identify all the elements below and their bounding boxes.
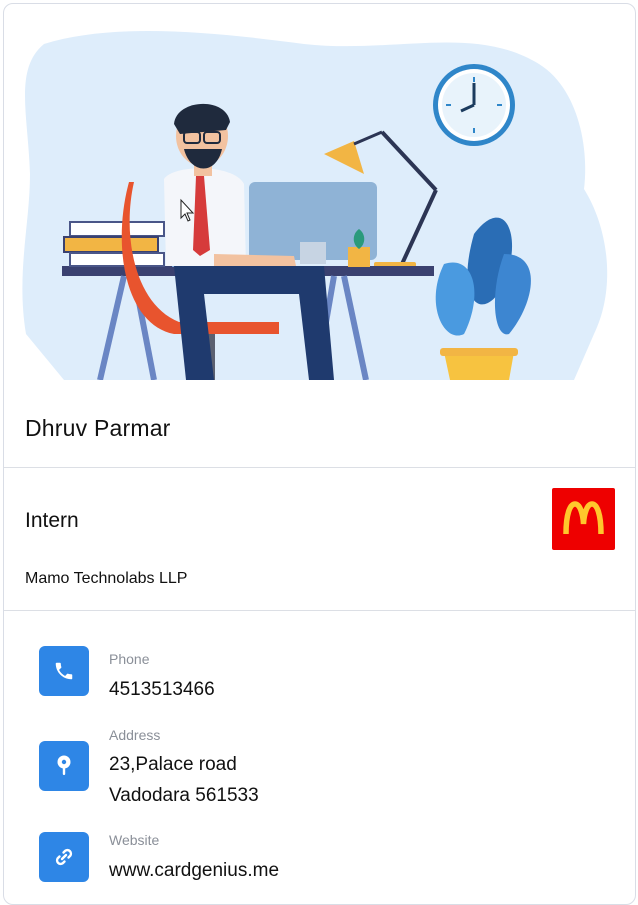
contact-row-phone[interactable]: Phone 4513513466 [39,646,599,706]
contact-row-address[interactable]: Address 23,Palace road Vadodara 561533 [39,724,599,814]
phone-icon [55,662,73,680]
business-card: Dhruv Parmar Intern Mamo Technolabs LLP … [3,3,636,905]
website-link[interactable]: www.cardgenius.me [109,855,279,886]
hero-illustration [4,4,635,380]
address-line-1[interactable]: 23,Palace road [109,749,237,780]
link-icon-button[interactable] [39,832,89,882]
job-title: Intern [25,509,79,532]
company-name: Mamo Technolabs LLP [25,570,188,587]
address-line-2[interactable]: Vadodara 561533 [109,780,259,811]
phone-label: Phone [109,651,150,667]
address-label: Address [109,727,161,743]
location-icon-button[interactable] [39,741,89,791]
phone-icon-button[interactable] [39,646,89,696]
company-logo [552,488,615,550]
location-pin-icon [57,755,71,775]
contact-row-website[interactable]: Website www.cardgenius.me [39,829,599,889]
phone-value[interactable]: 4513513466 [109,674,215,705]
divider [4,610,635,611]
person-name: Dhruv Parmar [25,415,171,441]
divider [4,467,635,468]
website-label: Website [109,832,160,848]
link-icon [55,848,73,866]
